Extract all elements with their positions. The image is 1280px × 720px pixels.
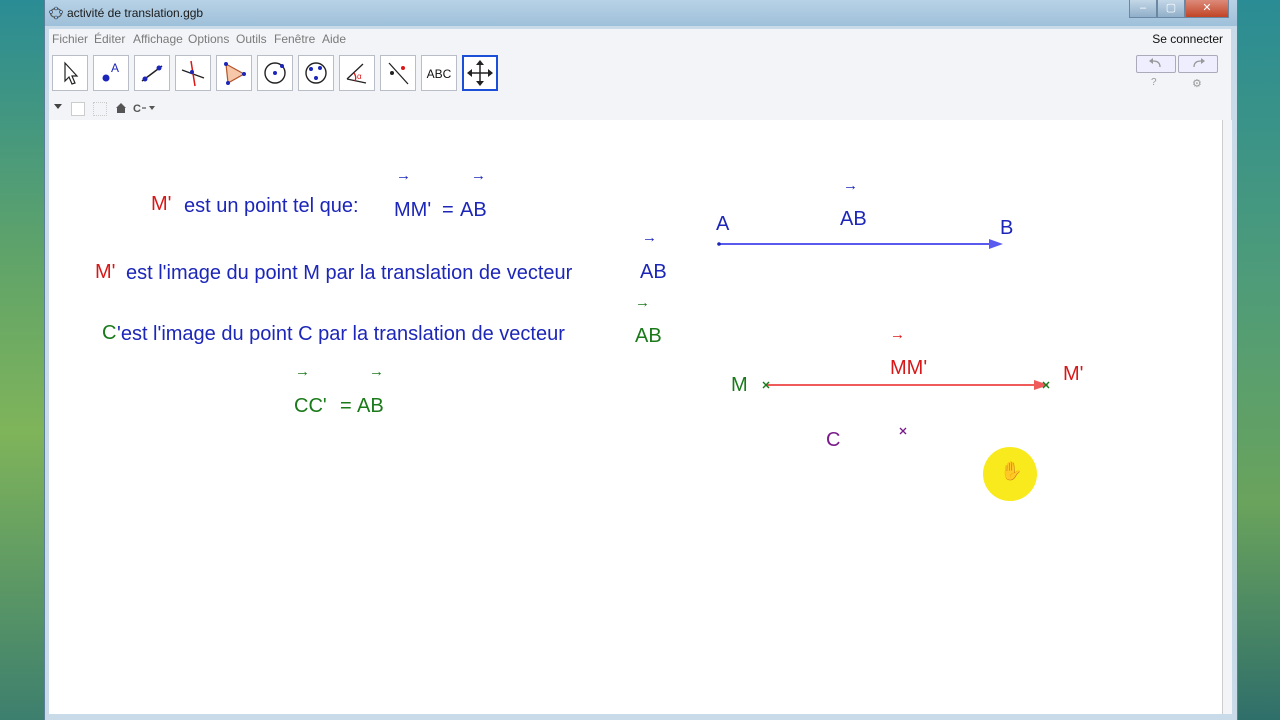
vector-mm-figure-label: MM' — [890, 357, 928, 379]
undo-icon — [1149, 58, 1161, 68]
point-tool-button[interactable]: A — [93, 55, 129, 91]
geogebra-logo-icon — [49, 6, 63, 20]
vector-ab-figure-label: AB — [840, 208, 867, 230]
undo-button[interactable] — [1136, 55, 1176, 73]
reflect-tool-button[interactable] — [380, 55, 416, 91]
point-capture-icon[interactable]: C — [133, 102, 161, 114]
move-tool-button[interactable] — [52, 55, 88, 91]
circle-three-points-icon — [305, 62, 327, 84]
svg-text:C: C — [133, 103, 141, 114]
close-button[interactable]: ✕ — [1185, 0, 1229, 18]
grid-toggle[interactable] — [93, 102, 107, 116]
menu-outils[interactable]: Outils — [236, 32, 267, 46]
line-icon — [141, 65, 163, 82]
svg-text:α: α — [357, 72, 362, 81]
toolbar: A α ABC ? ⚙ — [49, 49, 1231, 99]
polygon-tool-button[interactable] — [216, 55, 252, 91]
geometry-layer — [717, 239, 1050, 435]
point-c-cross[interactable] — [899, 427, 907, 435]
menu-options[interactable]: Options — [188, 32, 229, 46]
redo-icon — [1193, 58, 1205, 68]
vector-arrow-ab-figure: → — [843, 177, 858, 194]
point-m-label: M — [731, 374, 748, 396]
point-icon: A — [102, 61, 119, 82]
window-title: activité de translation.ggb — [67, 6, 204, 20]
title-bar[interactable]: activité de translation.ggb – ▢ ✕ — [45, 0, 1237, 26]
point-b-label: B — [1000, 217, 1014, 239]
desktop-background-left — [0, 0, 44, 720]
vector-arrow-mm-figure: → — [890, 326, 905, 343]
perpendicular-icon — [181, 60, 205, 87]
menu-aide[interactable]: Aide — [322, 32, 346, 46]
minimize-button[interactable]: – — [1129, 0, 1157, 18]
circle-tool-button[interactable] — [257, 55, 293, 91]
home-icon[interactable] — [115, 102, 127, 114]
desktop-background-right — [1236, 0, 1280, 720]
axes-toggle[interactable] — [71, 102, 85, 116]
text-tool-button[interactable]: ABC — [421, 55, 457, 91]
menu-fenetre[interactable]: Fenêtre — [274, 32, 315, 46]
angle-icon: α — [346, 63, 367, 84]
gear-icon[interactable]: ⚙ — [1192, 77, 1202, 90]
app-window: activité de translation.ggb – ▢ ✕ Fichie… — [44, 0, 1238, 720]
reflect-icon — [388, 62, 409, 85]
side-panel-strip[interactable] — [1222, 120, 1232, 714]
menu-bar: Fichier Éditer Affichage Options Outils … — [49, 29, 1231, 49]
style-bar: C — [49, 99, 1231, 121]
redo-button[interactable] — [1178, 55, 1218, 73]
menu-fichier[interactable]: Fichier — [52, 32, 88, 46]
point-a[interactable] — [717, 242, 721, 246]
menu-editer[interactable]: Éditer — [94, 32, 125, 46]
circle-icon — [264, 62, 286, 84]
point-m-prime-label: M' — [1063, 363, 1084, 385]
vector-ab-arrowhead — [989, 239, 1003, 249]
text-tool-label: ABC — [426, 67, 452, 81]
maximize-button[interactable]: ▢ — [1157, 0, 1185, 18]
graphics-view[interactable]: M' est un point tel que: → → MM' = AB M'… — [49, 120, 1222, 714]
mouse-cursor-highlight: ✋ — [983, 447, 1037, 501]
help-icon[interactable]: ? — [1151, 77, 1157, 88]
angle-tool-button[interactable]: α — [339, 55, 375, 91]
svg-text:A: A — [111, 61, 119, 75]
move-arrows-icon — [467, 60, 493, 86]
perpendicular-tool-button[interactable] — [175, 55, 211, 91]
move-graphics-tool-button[interactable] — [462, 55, 498, 91]
circle-three-points-tool-button[interactable] — [298, 55, 334, 91]
pointer-icon — [64, 61, 79, 85]
polygon-icon — [224, 62, 246, 85]
point-c-label: C — [826, 429, 841, 451]
menu-affichage[interactable]: Affichage — [133, 32, 183, 46]
triangle-down-icon[interactable] — [53, 102, 63, 112]
point-a-label: A — [716, 213, 730, 235]
sign-in-link[interactable]: Se connecter — [1152, 32, 1223, 46]
line-tool-button[interactable] — [134, 55, 170, 91]
hand-cursor-icon: ✋ — [1000, 461, 1023, 481]
